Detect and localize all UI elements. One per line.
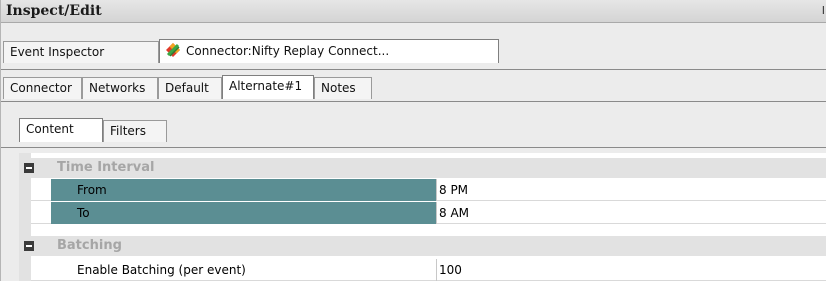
tab-strip-baseline: [1, 101, 826, 102]
property-row-from[interactable]: From 8 PM: [31, 179, 826, 201]
tab-alternate-1[interactable]: Alternate#1: [222, 75, 314, 99]
enable-batching-value-field[interactable]: 100: [439, 259, 462, 281]
category-time-interval[interactable]: Time Interval: [19, 158, 826, 178]
content-tab-strip: Content Filters: [1, 117, 826, 148]
collapse-icon[interactable]: [24, 241, 34, 251]
tab-label: Connector: [10, 81, 72, 95]
panel-titlebar: Inspect/Edit I: [1, 0, 826, 23]
tab-connector-nifty-replay[interactable]: Connector:Nifty Replay Connect...: [159, 39, 499, 63]
connector-tab-strip: Connector Networks Default Alternate#1 N…: [1, 74, 826, 102]
titlebar-corner-glyph: I: [821, 4, 825, 17]
tab-label: Networks: [89, 81, 146, 95]
tab-label: Alternate#1: [229, 79, 303, 93]
tab-label: Content: [26, 122, 74, 136]
to-value-field[interactable]: 8 AM: [439, 202, 469, 224]
inspect-edit-panel: Inspect/Edit I Event Inspector Connector…: [0, 0, 826, 281]
tab-strip-baseline: [1, 69, 826, 70]
tab-label: Notes: [321, 81, 356, 95]
tab-content[interactable]: Content: [19, 118, 103, 142]
tab-connector[interactable]: Connector: [3, 77, 82, 99]
tab-label: Connector:Nifty Replay Connect...: [186, 44, 390, 58]
property-row-to[interactable]: To 8 AM: [31, 202, 826, 224]
column-divider: [436, 202, 437, 224]
column-divider: [436, 179, 437, 201]
inspector-tab-strip: Event Inspector Connector:Nifty Replay C…: [1, 38, 826, 70]
from-value-field[interactable]: 8 PM: [439, 179, 468, 201]
tab-filters[interactable]: Filters: [103, 120, 167, 142]
column-divider: [436, 259, 437, 281]
tab-default[interactable]: Default: [158, 77, 222, 99]
tab-event-inspector[interactable]: Event Inspector: [3, 41, 159, 63]
property-name: To: [51, 202, 436, 224]
tab-strip-baseline: [1, 147, 826, 148]
category-label: Time Interval: [57, 160, 155, 175]
property-name: From: [51, 179, 436, 201]
tab-label: Default: [165, 81, 209, 95]
tab-label: Filters: [110, 124, 146, 138]
panel-title: Inspect/Edit: [6, 3, 102, 19]
property-row-enable-batching[interactable]: Enable Batching (per event) 100: [31, 259, 826, 281]
property-name: Enable Batching (per event): [77, 263, 246, 277]
tab-notes[interactable]: Notes: [314, 77, 372, 99]
collapse-icon[interactable]: [24, 163, 34, 173]
category-label: Batching: [57, 238, 122, 253]
connector-diamond-icon: [166, 43, 180, 57]
tab-networks[interactable]: Networks: [82, 77, 158, 99]
category-batching[interactable]: Batching: [19, 236, 826, 256]
tab-label: Event Inspector: [10, 45, 105, 59]
